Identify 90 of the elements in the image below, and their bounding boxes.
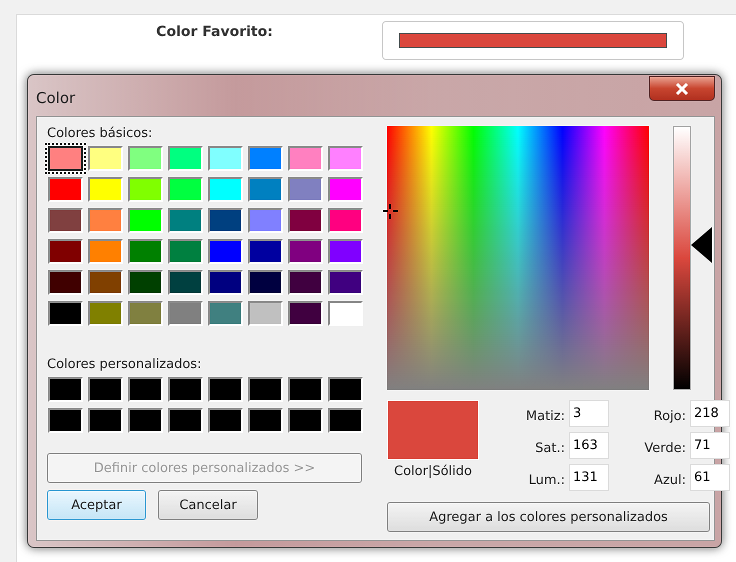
color-swatch[interactable] [88,239,123,264]
color-swatch[interactable] [208,377,243,402]
color-swatch[interactable] [288,377,323,402]
color-swatch[interactable] [48,177,83,202]
color-swatch[interactable] [128,377,163,402]
color-swatch[interactable] [128,208,163,233]
color-swatch[interactable] [88,377,123,402]
close-button[interactable] [649,76,715,101]
ok-button[interactable]: Aceptar [47,490,146,520]
color-swatch[interactable] [328,408,363,433]
color-swatch[interactable] [248,208,283,233]
color-swatch[interactable] [208,408,243,433]
color-swatch[interactable] [128,239,163,264]
color-swatch[interactable] [168,301,203,326]
color-swatch[interactable] [208,146,243,171]
color-swatch[interactable] [288,270,323,295]
color-swatch[interactable] [88,301,123,326]
color-swatch[interactable] [48,301,83,326]
color-swatch[interactable] [248,239,283,264]
color-swatch[interactable] [48,377,83,402]
color-swatch[interactable] [168,177,203,202]
luminance-slider[interactable] [673,126,712,390]
color-swatch[interactable] [128,301,163,326]
number-field[interactable]: 218 [690,400,730,427]
color-swatch[interactable] [208,270,243,295]
color-swatch[interactable] [168,146,203,171]
color-swatch[interactable] [48,408,83,433]
section-label: Colores básicos: [47,126,154,141]
color-swatch[interactable] [168,377,203,402]
color-swatch[interactable] [248,270,283,295]
number-field[interactable]: 3 [569,400,609,427]
color-swatch[interactable] [288,146,323,171]
field-label: Color Favorito: [155,24,274,40]
color-swatch[interactable] [208,301,243,326]
slider-arrow-icon[interactable] [691,226,712,263]
color-swatch[interactable] [328,208,363,233]
color-swatch[interactable] [288,408,323,433]
window-title: Color [36,88,76,106]
color-swatch[interactable] [248,301,283,326]
color-swatch[interactable] [48,208,83,233]
color-swatch[interactable] [288,301,323,326]
color-swatch[interactable] [328,239,363,264]
field-label: Sat.: [534,440,566,456]
color-swatch[interactable] [128,177,163,202]
number-field[interactable]: 61 [690,464,730,491]
color-swatch[interactable] [88,146,123,171]
field-label: Matiz: [524,408,566,424]
color-swatch[interactable] [328,301,363,326]
color-swatch[interactable] [328,270,363,295]
color-swatch[interactable] [88,408,123,433]
number-field[interactable]: 163 [569,432,609,459]
add-to-custom-colors-button[interactable]: Agregar a los colores personalizados [387,502,710,532]
color-swatch[interactable] [208,208,243,233]
color-swatch[interactable] [168,208,203,233]
color-swatch[interactable] [328,377,363,402]
color-swatch[interactable] [248,408,283,433]
color-swatch[interactable] [88,208,123,233]
color-swatch[interactable] [88,177,123,202]
number-field[interactable]: 71 [690,432,730,459]
color-swatch[interactable] [128,408,163,433]
color-swatch[interactable] [248,146,283,171]
color-swatch[interactable] [288,208,323,233]
color-swatch[interactable] [248,177,283,202]
field-label: Azul: [653,472,687,488]
color-swatch[interactable] [128,270,163,295]
color-swatch[interactable] [88,270,123,295]
color-swatch[interactable] [48,146,83,171]
close-icon [675,82,689,94]
color-swatch[interactable] [128,146,163,171]
color-swatch[interactable] [288,177,323,202]
cancel-button[interactable]: Cancelar [158,490,258,520]
color-field[interactable] [382,21,684,60]
number-field[interactable]: 131 [569,464,609,491]
color-swatch[interactable] [168,408,203,433]
preview-label: Color|Sólido [394,464,472,479]
color-swatch[interactable] [48,270,83,295]
field-label: Rojo: [652,408,687,424]
color-swatch[interactable] [168,239,203,264]
color-swatch[interactable] [328,177,363,202]
field-label: Verde: [643,440,687,456]
color-swatch[interactable] [208,177,243,202]
color-swatch[interactable] [168,270,203,295]
color-swatch[interactable] [328,146,363,171]
color-swatch[interactable] [208,239,243,264]
section-label: Colores personalizados: [47,357,202,372]
color-swatch[interactable] [288,239,323,264]
field-label: Lum.: [528,472,566,488]
color-swatch[interactable] [48,239,83,264]
crosshair-icon [383,204,398,219]
color-swatch[interactable] [248,377,283,402]
